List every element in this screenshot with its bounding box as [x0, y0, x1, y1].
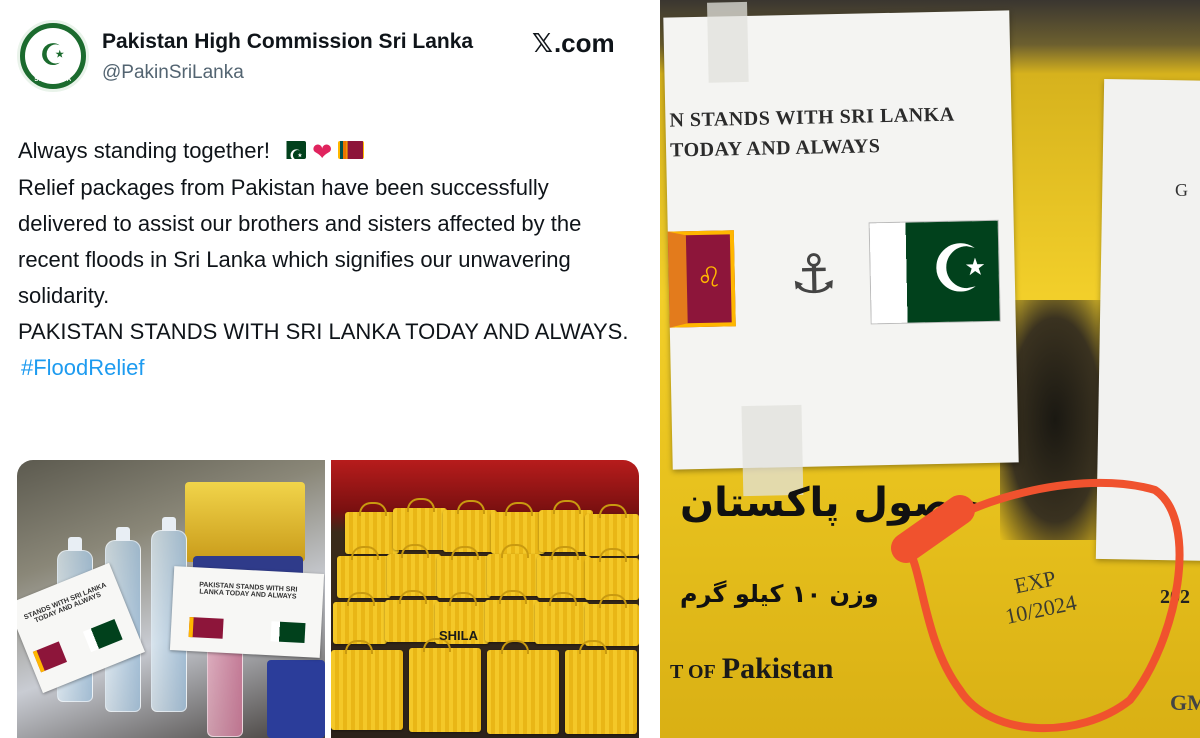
relief-bag	[385, 590, 439, 642]
relief-bag	[331, 640, 403, 730]
tape-strip	[707, 1, 749, 83]
label-line-2: TODAY AND ALWAYS	[669, 135, 881, 162]
author-name[interactable]: Pakistan High Commission Sri Lanka	[102, 30, 473, 54]
bag-english-text: T OF Pakistan	[670, 652, 834, 685]
relief-bag	[333, 592, 387, 644]
tweet-line-1: Always standing together! ❤	[18, 133, 643, 170]
closeup-photo: G N STANDS WITH SRI LANKA TODAY AND ALWA…	[660, 0, 1200, 738]
image-divider	[652, 0, 660, 738]
sri-lanka-flag-icon	[32, 641, 68, 673]
author-avatar[interactable]: ☪ SRI LANKA	[17, 20, 89, 92]
second-bag-label	[1095, 78, 1200, 562]
relief-bag	[487, 640, 559, 734]
media-photo-2[interactable]: SHILA	[331, 460, 639, 738]
water-bottle	[207, 627, 243, 737]
avatar-caption: SRI LANKA	[34, 77, 72, 83]
sri-lanka-flag-icon	[338, 141, 365, 160]
relief-bag	[485, 590, 539, 642]
pakistan-flag-icon	[270, 621, 306, 644]
source-domain: .com	[553, 28, 615, 58]
edge-text-gm: GM	[1170, 690, 1200, 715]
grocery-pack	[185, 482, 305, 562]
tweet-text: Always standing together! ❤ Relief packa…	[18, 133, 643, 386]
edge-text-g: G	[1175, 180, 1188, 200]
pakistan-flag-icon: ☪	[869, 220, 1000, 324]
tweet-card: ☪ SRI LANKA Pakistan High Commission Sri…	[0, 0, 652, 738]
grocery-pack	[267, 660, 325, 738]
label-line-1: N STANDS WITH SRI LANKA	[669, 103, 955, 132]
media-photo-1[interactable]: PAKISTAN STANDS WITH SRI LANKA TODAY AND…	[17, 460, 325, 738]
state-emblem-icon: ☪	[25, 28, 81, 84]
relief-bag	[535, 592, 589, 644]
solidarity-card: PAKISTAN STANDS WITH SRI LANKA TODAY AND…	[169, 566, 325, 658]
expiry-stamp: EXP 10/2024	[997, 561, 1079, 631]
pakistan-flag-icon	[82, 618, 123, 653]
sri-lanka-flag-icon	[188, 617, 224, 639]
bag-brand-text: SHILA	[439, 628, 478, 643]
author-handle[interactable]: @PakinSriLanka	[102, 62, 244, 84]
bag-urdu-text: حصول پاکستان	[680, 480, 982, 526]
bag-urdu-weight: وزن ۱۰ کیلو گرم	[680, 580, 879, 608]
solidarity-label: N STANDS WITH SRI LANKA TODAY AND ALWAYS…	[663, 1, 1019, 497]
pakistan-flag-icon	[280, 141, 307, 160]
hashtag-link[interactable]: #FloodRelief	[21, 355, 145, 380]
red-heart-icon: ❤	[312, 138, 333, 167]
tweet-paragraph: Relief packages from Pakistan have been …	[18, 175, 582, 309]
source-watermark: 𝕏.com	[532, 28, 615, 59]
tweet-media[interactable]: PAKISTAN STANDS WITH SRI LANKA TODAY AND…	[17, 460, 639, 738]
x-logo-icon: 𝕏	[532, 29, 553, 59]
tweet-paragraph-2: PAKISTAN STANDS WITH SRI LANKA TODAY AND…	[18, 319, 629, 345]
sri-lanka-flag-icon: ♌	[667, 230, 736, 328]
edge-text-date: 202	[1160, 586, 1190, 608]
navy-crest-icon: ⚓	[788, 242, 839, 307]
relief-bag	[565, 640, 637, 734]
relief-bag	[409, 638, 481, 732]
